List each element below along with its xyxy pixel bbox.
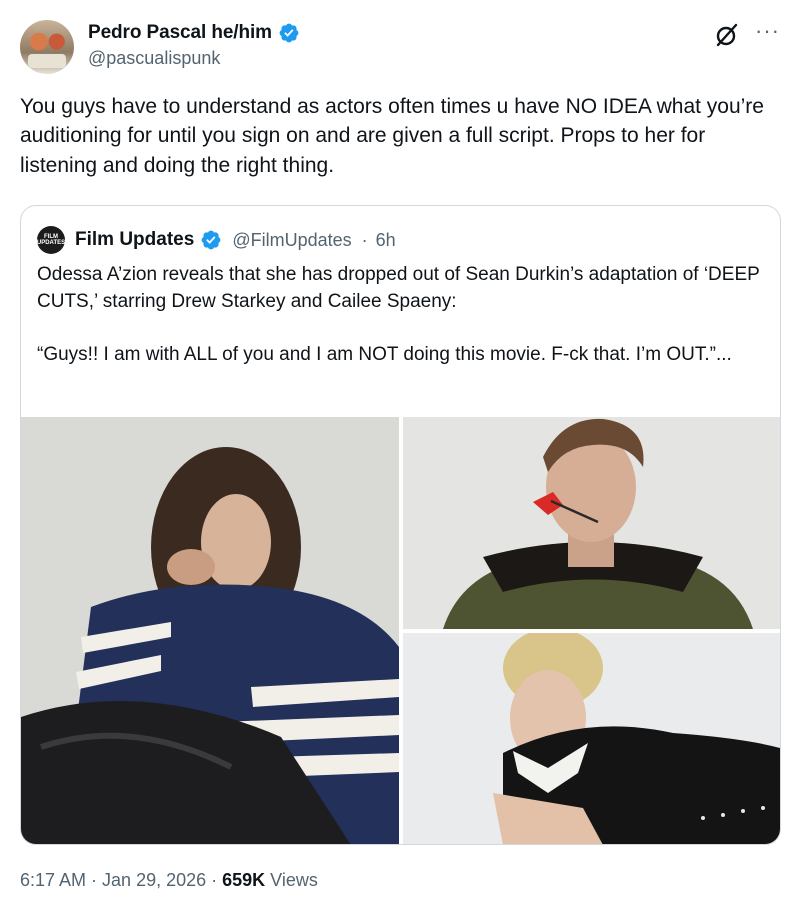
footer-separator: · <box>86 870 103 890</box>
post-date[interactable]: Jan 29, 2026 <box>102 870 206 890</box>
tweet-header: Pedro Pascal he/him @pascualispunk ··· <box>20 16 780 76</box>
grok-icon[interactable] <box>714 22 740 48</box>
views-label: Views <box>265 870 318 890</box>
photo-drew-starkey[interactable] <box>403 417 780 629</box>
quoted-timestamp[interactable]: 6h <box>376 230 396 251</box>
author-handle[interactable]: @pascualispunk <box>88 48 220 69</box>
verified-badge-icon <box>201 230 221 250</box>
photo-cailee-spaeny[interactable] <box>403 633 780 844</box>
author-avatar[interactable] <box>20 20 74 74</box>
footer-separator: · <box>206 870 223 890</box>
quoted-tweet-header: FILM UPDATES Film Updates @FilmUpdates ·… <box>37 226 396 254</box>
post-time[interactable]: 6:17 AM <box>20 870 86 890</box>
quoted-media-grid <box>21 417 780 844</box>
tweet-text: You guys have to understand as actors of… <box>20 95 764 177</box>
quoted-tweet[interactable]: FILM UPDATES Film Updates @FilmUpdates ·… <box>20 205 781 845</box>
tweet-footer: 6:17 AM · Jan 29, 2026 · 659K Views <box>20 870 318 891</box>
quoted-author-handle[interactable]: @FilmUpdates <box>232 230 351 251</box>
verified-badge-icon <box>279 23 299 43</box>
meta-separator: · <box>361 229 368 250</box>
views-count[interactable]: 659K <box>222 870 265 890</box>
quoted-tweet-text: Odessa A’zion reveals that she has dropp… <box>37 264 760 365</box>
author-name-row: Pedro Pascal he/him <box>88 22 300 44</box>
author-display-name[interactable]: Pedro Pascal he/him <box>88 22 272 44</box>
quoted-author-name[interactable]: Film Updates <box>75 229 194 251</box>
quoted-author-avatar[interactable]: FILM UPDATES <box>37 226 65 254</box>
more-icon[interactable]: ··· <box>755 20 780 42</box>
photo-odessa-azion[interactable] <box>21 417 399 844</box>
